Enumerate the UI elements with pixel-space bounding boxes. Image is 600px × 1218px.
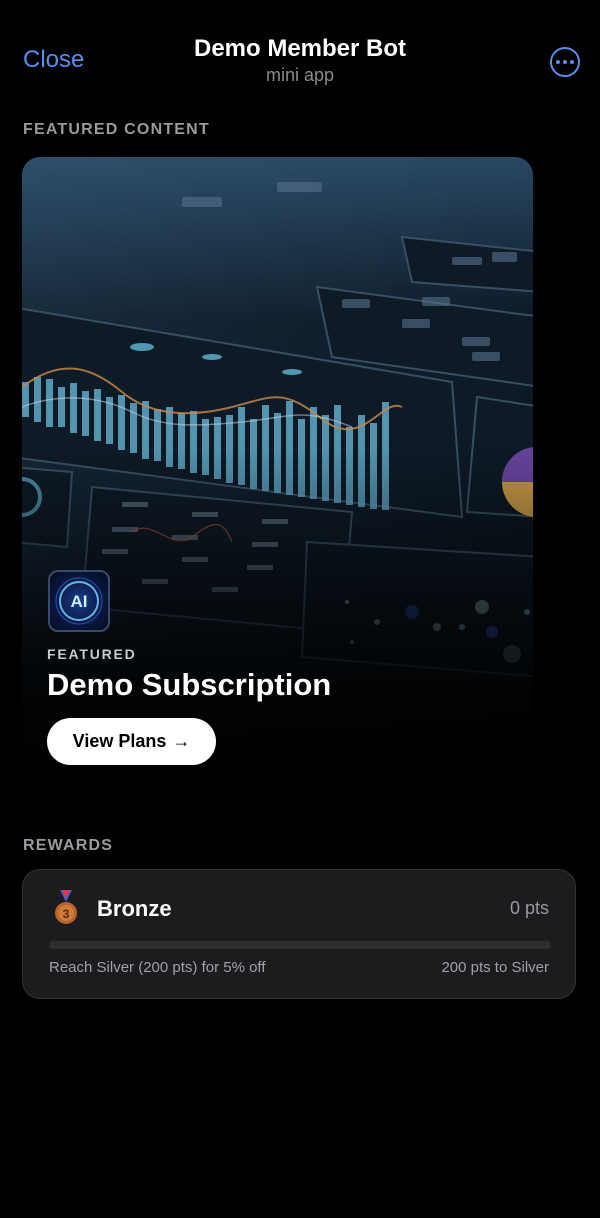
view-plans-label: View Plans [72, 731, 167, 751]
reward-hint: Reach Silver (200 pts) for 5% off [49, 959, 266, 976]
arrow-right-icon: → [172, 731, 191, 751]
tier-name: Bronze [97, 896, 172, 921]
app-subtitle: mini app [265, 65, 335, 85]
more-options-button[interactable] [550, 47, 580, 77]
featured-card[interactable]: AI FEATURED Demo Subscription View Plans… [22, 157, 533, 800]
mini-app-header: Close Demo Member Bot mini app [0, 0, 600, 110]
app-title: Demo Member Bot [193, 35, 407, 62]
ai-logo-icon: AI [48, 570, 110, 632]
featured-eyebrow: FEATURED [47, 646, 137, 662]
tier-points: 0 pts [509, 898, 549, 918]
featured-title: Demo Subscription [47, 667, 332, 702]
header-title-group: Demo Member Bot mini app [0, 34, 600, 86]
featured-section-label: FEATURED CONTENT [23, 121, 210, 138]
ellipsis-icon-dot [563, 60, 567, 64]
svg-text:3: 3 [63, 907, 70, 921]
ellipsis-icon [556, 60, 560, 64]
ai-logo-text: AI [71, 592, 88, 611]
ellipsis-icon-dot [570, 60, 574, 64]
bronze-medal-icon: 3 [55, 890, 77, 924]
rewards-card: 3 Bronze 0 pts Reach Silver (200 pts) fo… [22, 869, 576, 999]
tier-progress-bar [49, 941, 551, 949]
reward-remaining: 200 pts to Silver [441, 959, 549, 976]
card-gradient-overlay [22, 157, 533, 800]
view-plans-button[interactable]: View Plans → [47, 718, 216, 765]
rewards-section-label: REWARDS [23, 837, 114, 854]
